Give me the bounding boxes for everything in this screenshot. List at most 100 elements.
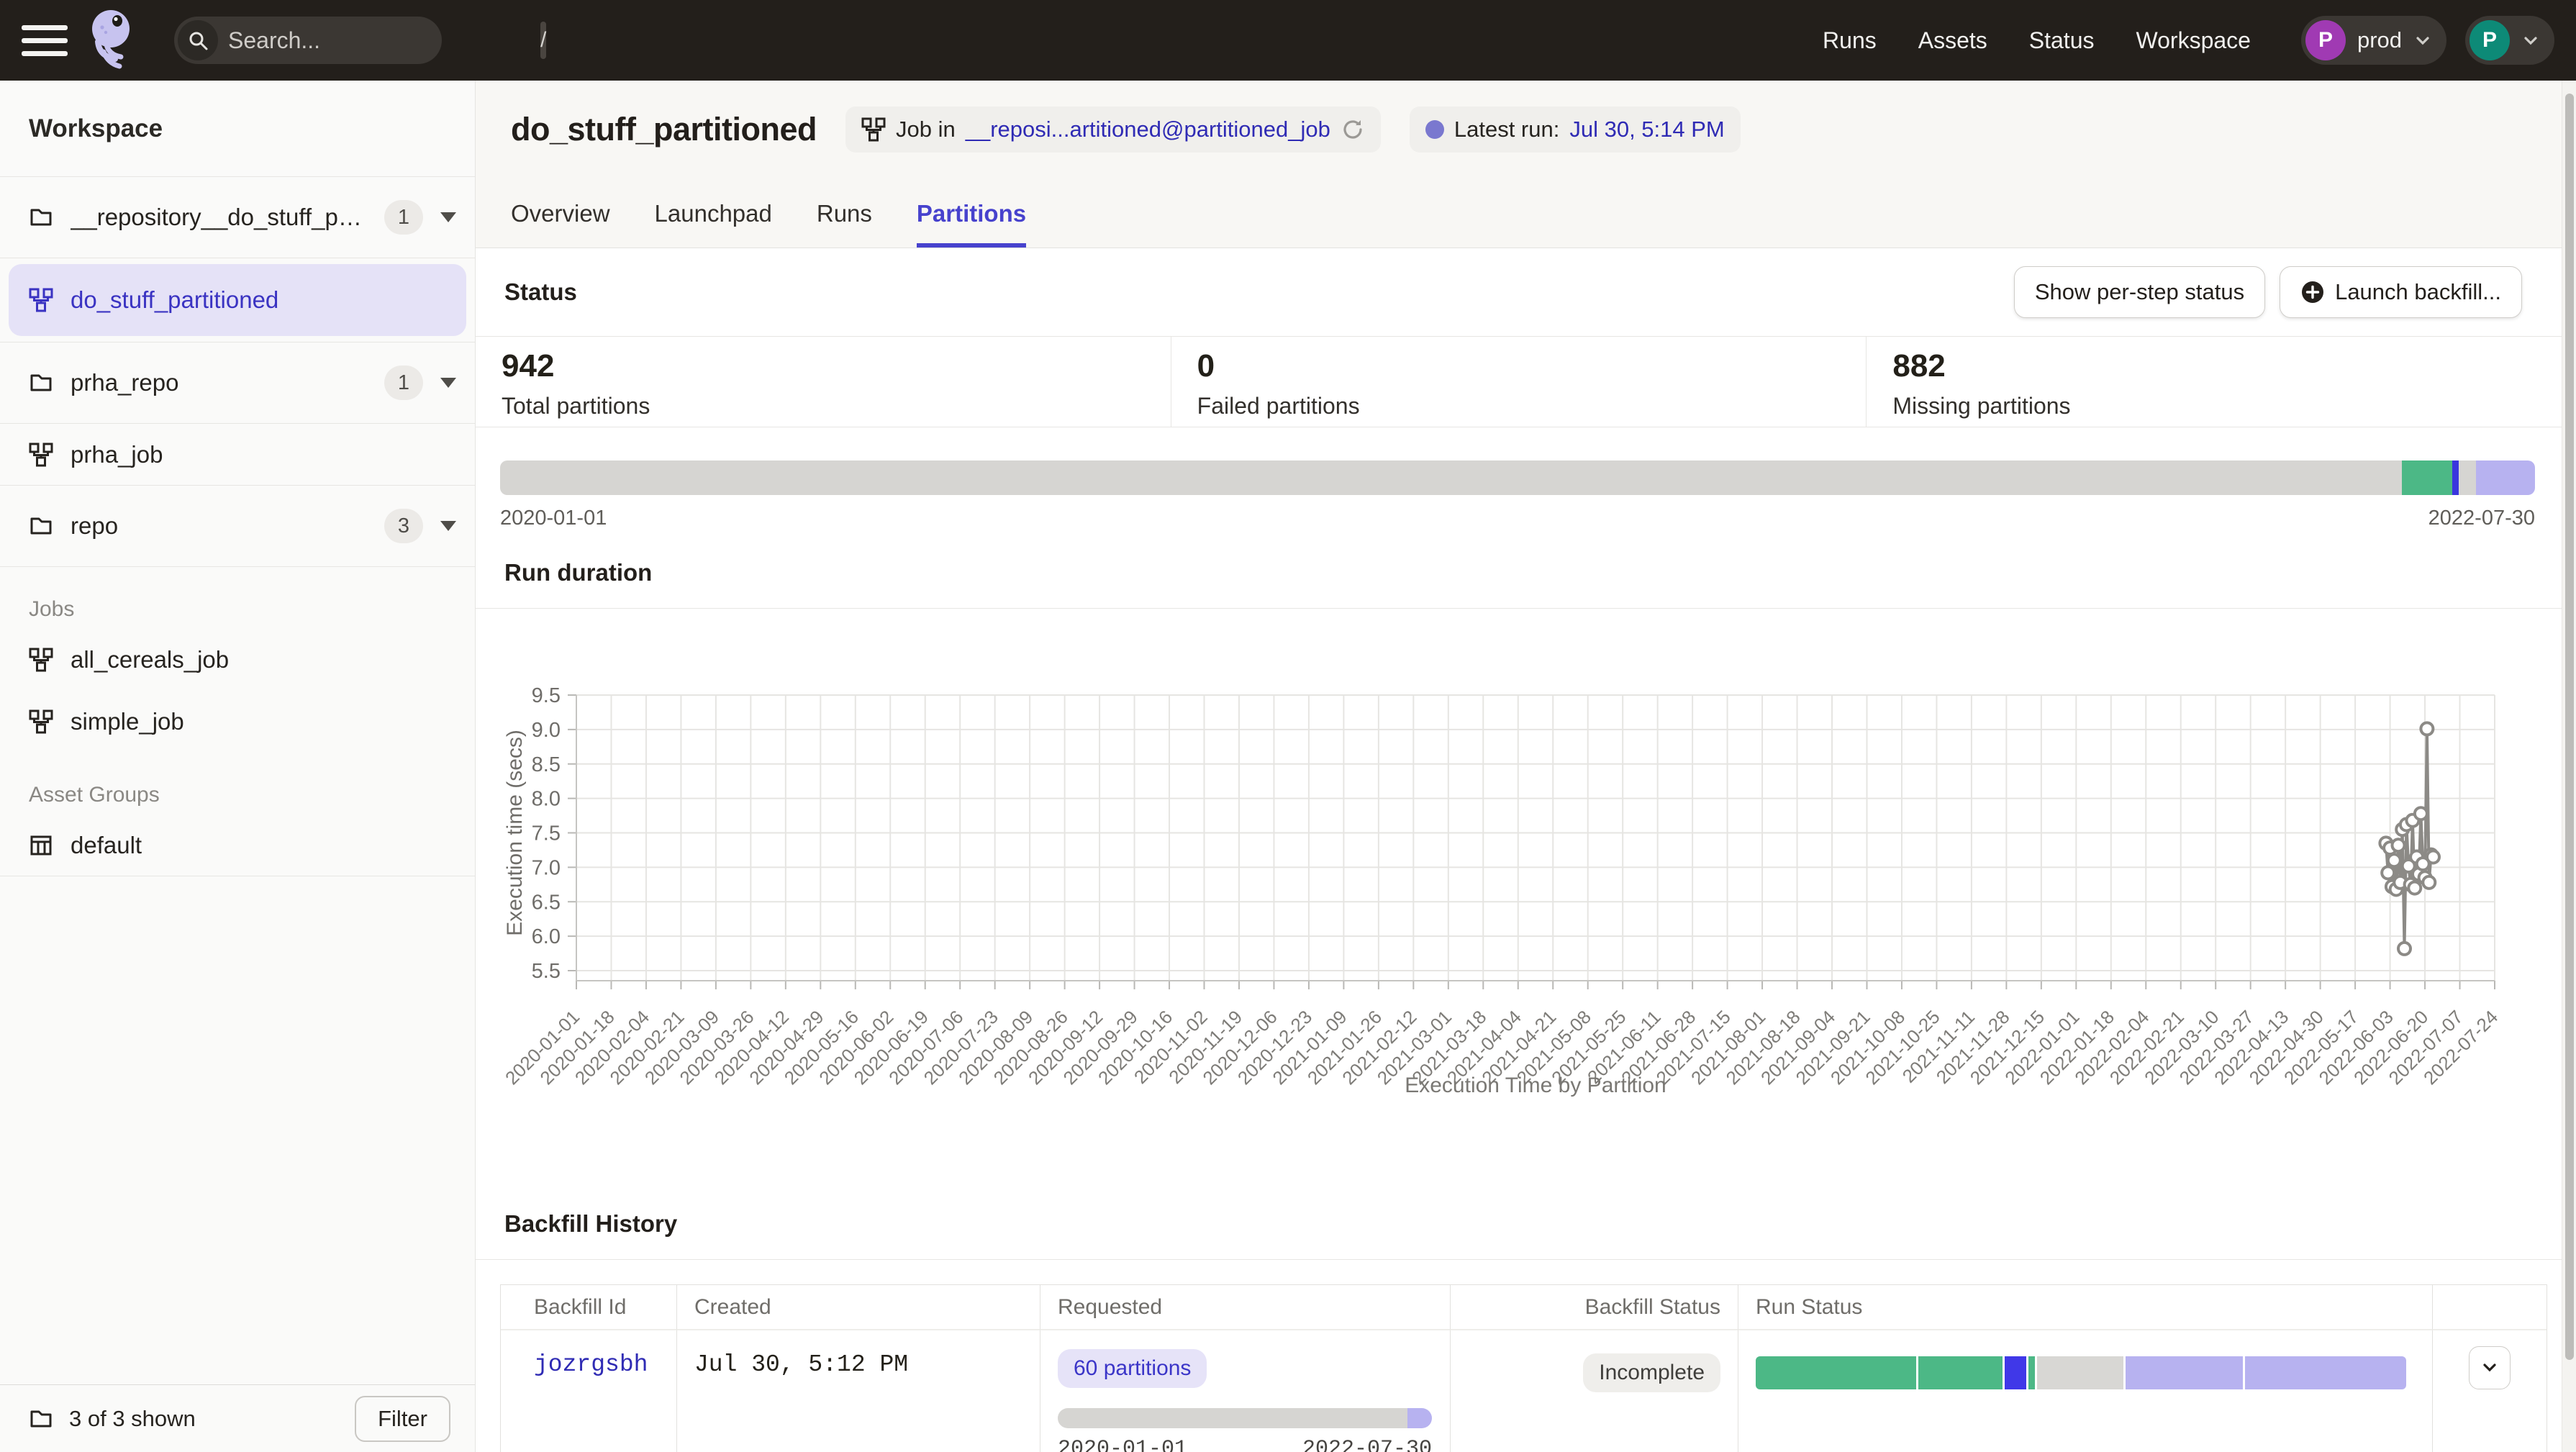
job-repo-link[interactable]: __reposi...artitioned@partitioned_job	[966, 117, 1330, 142]
backfill-row-created-cell: Jul 30, 5:12 PM	[677, 1330, 1040, 1452]
sidebar-title: Workspace	[0, 81, 475, 177]
dagster-logo-icon	[83, 7, 145, 73]
deployment-switcher[interactable]: P prod	[2301, 16, 2446, 65]
sidebar-item-label: prha_repo	[71, 369, 367, 396]
chevron-down-icon	[2413, 31, 2432, 50]
requested-bar-segment	[1058, 1408, 1407, 1428]
svg-text:9.5: 9.5	[532, 684, 561, 707]
run-status-dot-icon	[1425, 120, 1444, 139]
sidebar-item-prha_repo[interactable]: prha_repo 1	[0, 342, 475, 424]
partition-status-bar[interactable]	[500, 460, 2535, 495]
plus-circle-icon	[2300, 280, 2325, 304]
latest-run-prefix: Latest run:	[1454, 117, 1559, 142]
backfill-id-link[interactable]: jozrgsbh	[534, 1351, 648, 1378]
sidebar-item-default[interactable]: default	[0, 815, 475, 876]
job-icon	[861, 117, 886, 142]
sidebar-item-simple_job[interactable]: simple_job	[0, 691, 475, 753]
sidebar-section-jobs: Jobs	[0, 577, 475, 629]
stat-value: 0	[1197, 348, 1867, 384]
expand-backfill-button[interactable]	[2469, 1346, 2511, 1389]
sidebar-item-__repository__do_stuff_partitio[interactable]: __repository__do_stuff_partitio...1	[0, 177, 475, 258]
navbar-link-assets[interactable]: Assets	[1918, 27, 1987, 54]
scrollbar-thumb[interactable]	[2565, 94, 2574, 1360]
refresh-icon[interactable]	[1341, 117, 1365, 142]
deployment-label: prod	[2357, 27, 2402, 53]
job-badge-prefix: Job in	[896, 117, 956, 142]
filter-button[interactable]: Filter	[355, 1396, 450, 1442]
stat-missing-partitions: 882Missing partitions	[1867, 337, 2562, 427]
run-status-segment	[1756, 1356, 1916, 1389]
sidebar-item-label: all_cereals_job	[71, 646, 456, 673]
col-header-requested: Requested	[1040, 1285, 1451, 1330]
run-status-bar[interactable]	[1756, 1356, 2406, 1389]
stat-value: 942	[502, 348, 1171, 384]
hamburger-menu-icon[interactable]	[22, 17, 68, 63]
requested-range-bar	[1058, 1408, 1432, 1428]
sidebar-item-label: simple_job	[71, 708, 456, 735]
main-content: do_stuff_partitioned Job in __reposi...a…	[476, 81, 2562, 1452]
svg-text:5.5: 5.5	[532, 960, 561, 983]
job-tabs: Overview Launchpad Runs Partitions	[511, 200, 1026, 248]
run-status-segment	[1918, 1356, 2003, 1389]
repo-count-badge: 3	[384, 509, 423, 543]
global-search[interactable]: /	[174, 17, 442, 64]
partition-bar-segment	[2476, 460, 2535, 495]
launch-backfill-label: Launch backfill...	[2335, 279, 2501, 305]
backfill-row-run-status-cell	[1738, 1330, 2433, 1452]
sidebar-item-label: prha_job	[71, 441, 456, 468]
run-status-segment	[2126, 1356, 2243, 1389]
sidebar-item-repo[interactable]: repo3	[0, 486, 475, 567]
sidebar-item-do_stuff_partitioned[interactable]: do_stuff_partitioned	[9, 264, 466, 336]
deployment-avatar: P	[2305, 20, 2346, 60]
tab-runs[interactable]: Runs	[817, 200, 872, 248]
latest-run-badge: Latest run: Jul 30, 5:14 PM	[1410, 106, 1741, 153]
navbar-link-workspace[interactable]: Workspace	[2136, 27, 2250, 54]
repo-count-badge: 1	[384, 366, 423, 400]
job-repo-badge: Job in __reposi...artitioned@partitioned…	[845, 106, 1381, 153]
caret-down-icon[interactable]	[440, 521, 456, 531]
latest-run-link[interactable]: Jul 30, 5:14 PM	[1569, 117, 1724, 142]
navbar-link-runs[interactable]: Runs	[1823, 27, 1877, 54]
tab-partitions[interactable]: Partitions	[917, 200, 1026, 248]
status-heading: Status	[504, 278, 577, 306]
launch-backfill-button[interactable]: Launch backfill...	[2280, 266, 2522, 318]
partition-status-section: 2020-01-01 2022-07-30	[476, 427, 2562, 530]
caret-down-icon[interactable]	[440, 378, 456, 388]
folder-icon	[29, 205, 53, 230]
show-per-step-status-button[interactable]: Show per-step status	[2014, 266, 2265, 318]
tab-overview[interactable]: Overview	[511, 200, 610, 248]
asset-group-icon	[29, 833, 53, 858]
col-header-run-status: Run Status	[1738, 1285, 2433, 1330]
search-input[interactable]	[218, 27, 540, 54]
navbar-link-status[interactable]: Status	[2029, 27, 2095, 54]
user-menu[interactable]: P	[2465, 16, 2554, 65]
run-duration-chart: 2020-01-012020-01-182020-02-042020-02-21…	[476, 609, 2562, 1112]
job-page-header: do_stuff_partitioned Job in __reposi...a…	[476, 81, 2562, 248]
backfill-history-header: Backfill History	[476, 1112, 2562, 1260]
svg-text:6.0: 6.0	[532, 925, 561, 948]
sidebar-item-label: default	[71, 832, 456, 859]
sidebar-item-prha_job[interactable]: prha_job	[0, 424, 475, 486]
user-avatar: P	[2470, 20, 2510, 60]
partition-bar-segment	[500, 460, 2402, 495]
caret-down-icon[interactable]	[440, 212, 456, 222]
requested-bar-segment	[1407, 1408, 1432, 1428]
search-icon	[178, 20, 218, 60]
search-shortcut-key: /	[540, 22, 546, 59]
sidebar-item-all_cereals_job[interactable]: all_cereals_job	[0, 629, 475, 691]
run-status-segment	[2005, 1356, 2026, 1389]
requested-range-end: 2022-07-30	[1302, 1437, 1432, 1452]
backfill-row-actions-cell	[2433, 1330, 2546, 1452]
backfill-history-table: Backfill Id Created Requested Backfill S…	[500, 1284, 2547, 1452]
tab-launchpad[interactable]: Launchpad	[655, 200, 772, 248]
svg-text:7.0: 7.0	[532, 856, 561, 879]
svg-text:6.5: 6.5	[532, 891, 561, 914]
requested-partitions-badge[interactable]: 60 partitions	[1058, 1349, 1207, 1388]
job-icon	[29, 709, 53, 734]
chevron-down-icon	[2521, 31, 2540, 50]
partition-range-end: 2022-07-30	[2428, 507, 2535, 530]
page-scrollbar[interactable]	[2562, 81, 2576, 1452]
folder-icon	[29, 371, 53, 395]
run-status-segment	[2037, 1356, 2123, 1389]
col-header-backfill-status: Backfill Status	[1451, 1285, 1738, 1330]
